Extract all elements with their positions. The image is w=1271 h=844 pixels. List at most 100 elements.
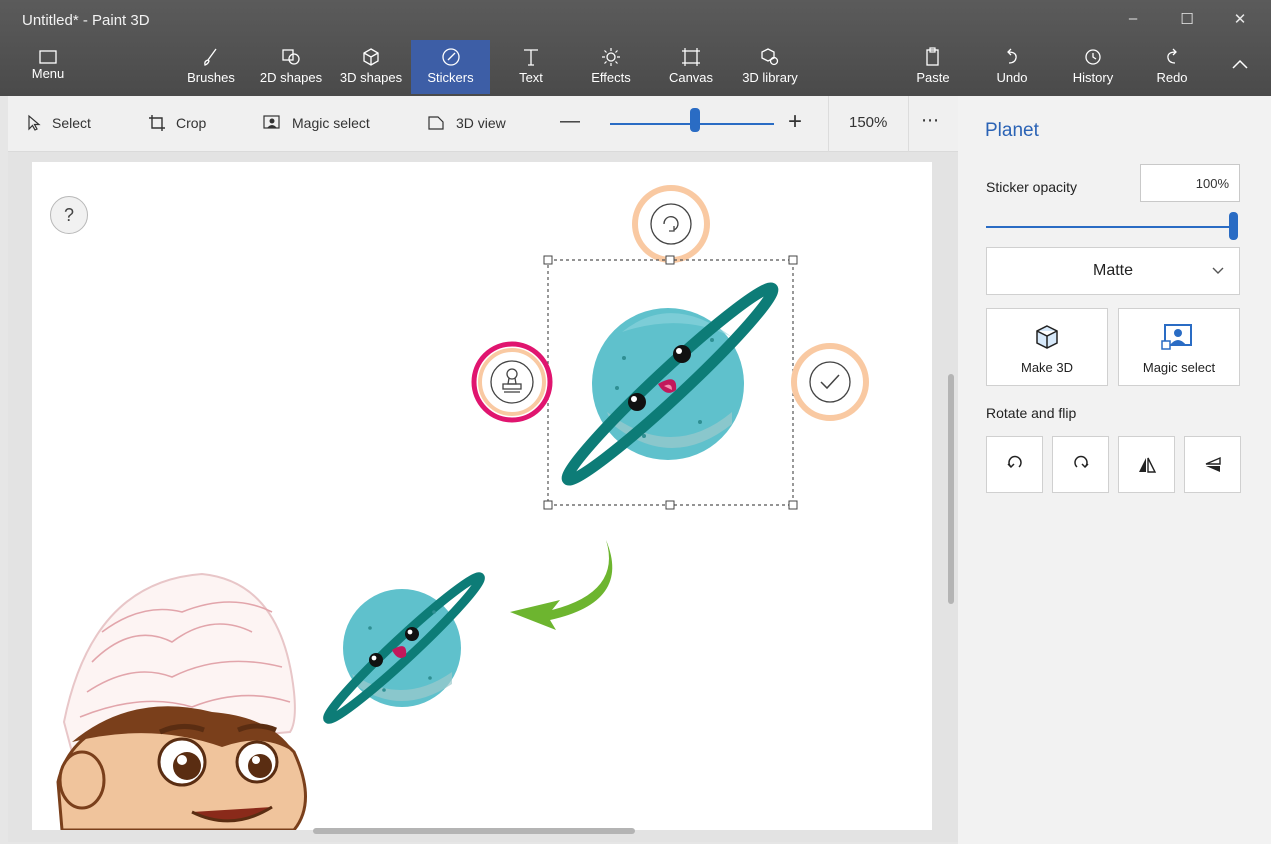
history-button[interactable]: History xyxy=(1062,40,1124,94)
canvas-button[interactable]: Canvas xyxy=(660,40,722,94)
vertical-scrollbar[interactable] xyxy=(948,374,954,604)
opacity-label: Sticker opacity xyxy=(986,179,1078,195)
close-button[interactable]: ✕ xyxy=(1230,10,1250,28)
effects-button[interactable]: Effects xyxy=(580,40,642,94)
properties-panel: Planet Sticker opacity 100% Matte Make 3… xyxy=(958,96,1271,844)
crop-tool[interactable]: Crop xyxy=(148,114,206,132)
canvas-label: Canvas xyxy=(668,70,714,85)
sticker-icon xyxy=(441,48,460,66)
shapes-2d-button[interactable]: 2D shapes xyxy=(255,40,327,94)
crop-label: Crop xyxy=(176,115,207,131)
view-3d-label: 3D view xyxy=(456,115,506,131)
rotate-flip-label: Rotate and flip xyxy=(986,405,1077,421)
rotate-left-button[interactable] xyxy=(986,436,1043,493)
cube-icon xyxy=(1036,325,1058,349)
redo-label: Redo xyxy=(1156,70,1188,85)
view-3d-tool[interactable]: 3D view xyxy=(426,114,506,132)
redo-button[interactable]: Redo xyxy=(1142,40,1202,94)
paste-icon xyxy=(926,47,939,66)
stickers-button[interactable]: Stickers xyxy=(411,40,490,94)
text-button[interactable]: Text xyxy=(500,40,562,94)
brushes-label: Brushes xyxy=(187,70,235,85)
window-title: Untitled* - Paint 3D xyxy=(22,12,150,29)
undo-button[interactable]: Undo xyxy=(982,40,1042,94)
workspace: ? xyxy=(8,152,958,842)
text-label: Text xyxy=(519,70,543,85)
maximize-button[interactable]: ☐ xyxy=(1177,10,1197,28)
sun-icon xyxy=(602,48,620,66)
select-label: Select xyxy=(52,115,91,131)
zoom-in-button[interactable]: + xyxy=(788,108,802,136)
text-icon xyxy=(524,49,538,66)
library-3d-label: 3D library xyxy=(742,70,798,85)
flip-horizontal-icon xyxy=(1138,457,1156,473)
library-3d-button[interactable]: 3D library xyxy=(734,40,806,94)
effects-label: Effects xyxy=(591,70,631,85)
drawing-canvas[interactable]: ? xyxy=(32,162,932,830)
flip-horizontal-button[interactable] xyxy=(1118,436,1175,493)
shapes-3d-button[interactable]: 3D shapes xyxy=(334,40,408,94)
chevron-down-icon xyxy=(1211,248,1225,312)
zoom-slider-thumb[interactable] xyxy=(690,108,701,132)
history-label: History xyxy=(1072,70,1114,85)
planet-sticker-selected[interactable] xyxy=(541,255,798,512)
arrow-illustration xyxy=(510,540,613,630)
history-icon xyxy=(1085,49,1101,65)
opacity-slider-track[interactable] xyxy=(986,226,1238,228)
view-3d-icon xyxy=(428,116,444,130)
rotate-right-button[interactable] xyxy=(1052,436,1109,493)
cube-icon xyxy=(363,48,379,66)
undo-label: Undo xyxy=(996,70,1028,85)
make-3d-label: Make 3D xyxy=(1020,360,1074,375)
confirm-handle[interactable] xyxy=(791,343,869,421)
undo-icon xyxy=(1007,48,1017,64)
crop-icon xyxy=(149,115,165,131)
magic-select-label: Magic select xyxy=(292,115,370,131)
opacity-input[interactable]: 100% xyxy=(1140,164,1240,202)
character-illustration xyxy=(56,572,307,830)
stickers-label: Stickers xyxy=(427,70,474,85)
paste-button[interactable]: Paste xyxy=(904,40,962,94)
finish-value: Matte xyxy=(1092,262,1133,279)
magic-select-tool[interactable]: Magic select xyxy=(262,114,370,132)
toolbar-divider xyxy=(828,96,829,152)
canvas-layer xyxy=(56,185,869,830)
library-3d-icon xyxy=(761,48,779,66)
panel-magic-select-label: Magic select xyxy=(1142,360,1216,375)
redo-icon xyxy=(1167,48,1177,64)
toolbar-divider xyxy=(908,96,909,152)
brushes-button[interactable]: Brushes xyxy=(180,40,242,94)
panel-magic-select-button[interactable]: Magic select xyxy=(1118,308,1240,386)
rotate-right-icon xyxy=(1073,455,1089,469)
minimize-button[interactable]: – xyxy=(1123,10,1143,27)
zoom-level[interactable]: 150% xyxy=(849,114,887,131)
rotate-handle[interactable] xyxy=(632,185,710,263)
stamp-handle[interactable] xyxy=(471,341,553,423)
opacity-slider-thumb[interactable] xyxy=(1229,212,1238,240)
select-tool[interactable]: Select xyxy=(26,114,91,132)
canvas-icon xyxy=(682,48,700,66)
cursor-icon xyxy=(28,114,41,131)
ribbon: Untitled* - Paint 3D – ☐ ✕ Menu Brushes … xyxy=(0,0,1271,96)
chevron-up-icon xyxy=(1232,59,1248,69)
magic-select-icon xyxy=(263,115,280,129)
flip-vertical-button[interactable] xyxy=(1184,436,1241,493)
toolbar: Select Crop Magic select 3D view — + 150… xyxy=(8,96,958,152)
flip-vertical-icon xyxy=(1205,456,1221,472)
more-options-button[interactable]: ⋯ xyxy=(921,110,939,131)
collapse-ribbon-button[interactable] xyxy=(1222,40,1258,94)
panel-title: Planet xyxy=(985,120,1039,141)
shapes-3d-label: 3D shapes xyxy=(339,70,403,85)
menu-button[interactable]: Menu xyxy=(22,40,74,94)
paste-label: Paste xyxy=(916,70,950,85)
finish-dropdown[interactable]: Matte xyxy=(986,247,1240,295)
planet-sticker[interactable] xyxy=(311,555,498,742)
rotate-left-icon xyxy=(1006,455,1022,469)
menu-label: Menu xyxy=(31,66,65,81)
zoom-out-button[interactable]: — xyxy=(560,110,580,133)
shapes-2d-icon xyxy=(282,49,300,65)
folder-icon xyxy=(39,50,57,64)
horizontal-scrollbar[interactable] xyxy=(313,828,635,834)
make-3d-button[interactable]: Make 3D xyxy=(986,308,1108,386)
shapes-2d-label: 2D shapes xyxy=(259,70,323,85)
